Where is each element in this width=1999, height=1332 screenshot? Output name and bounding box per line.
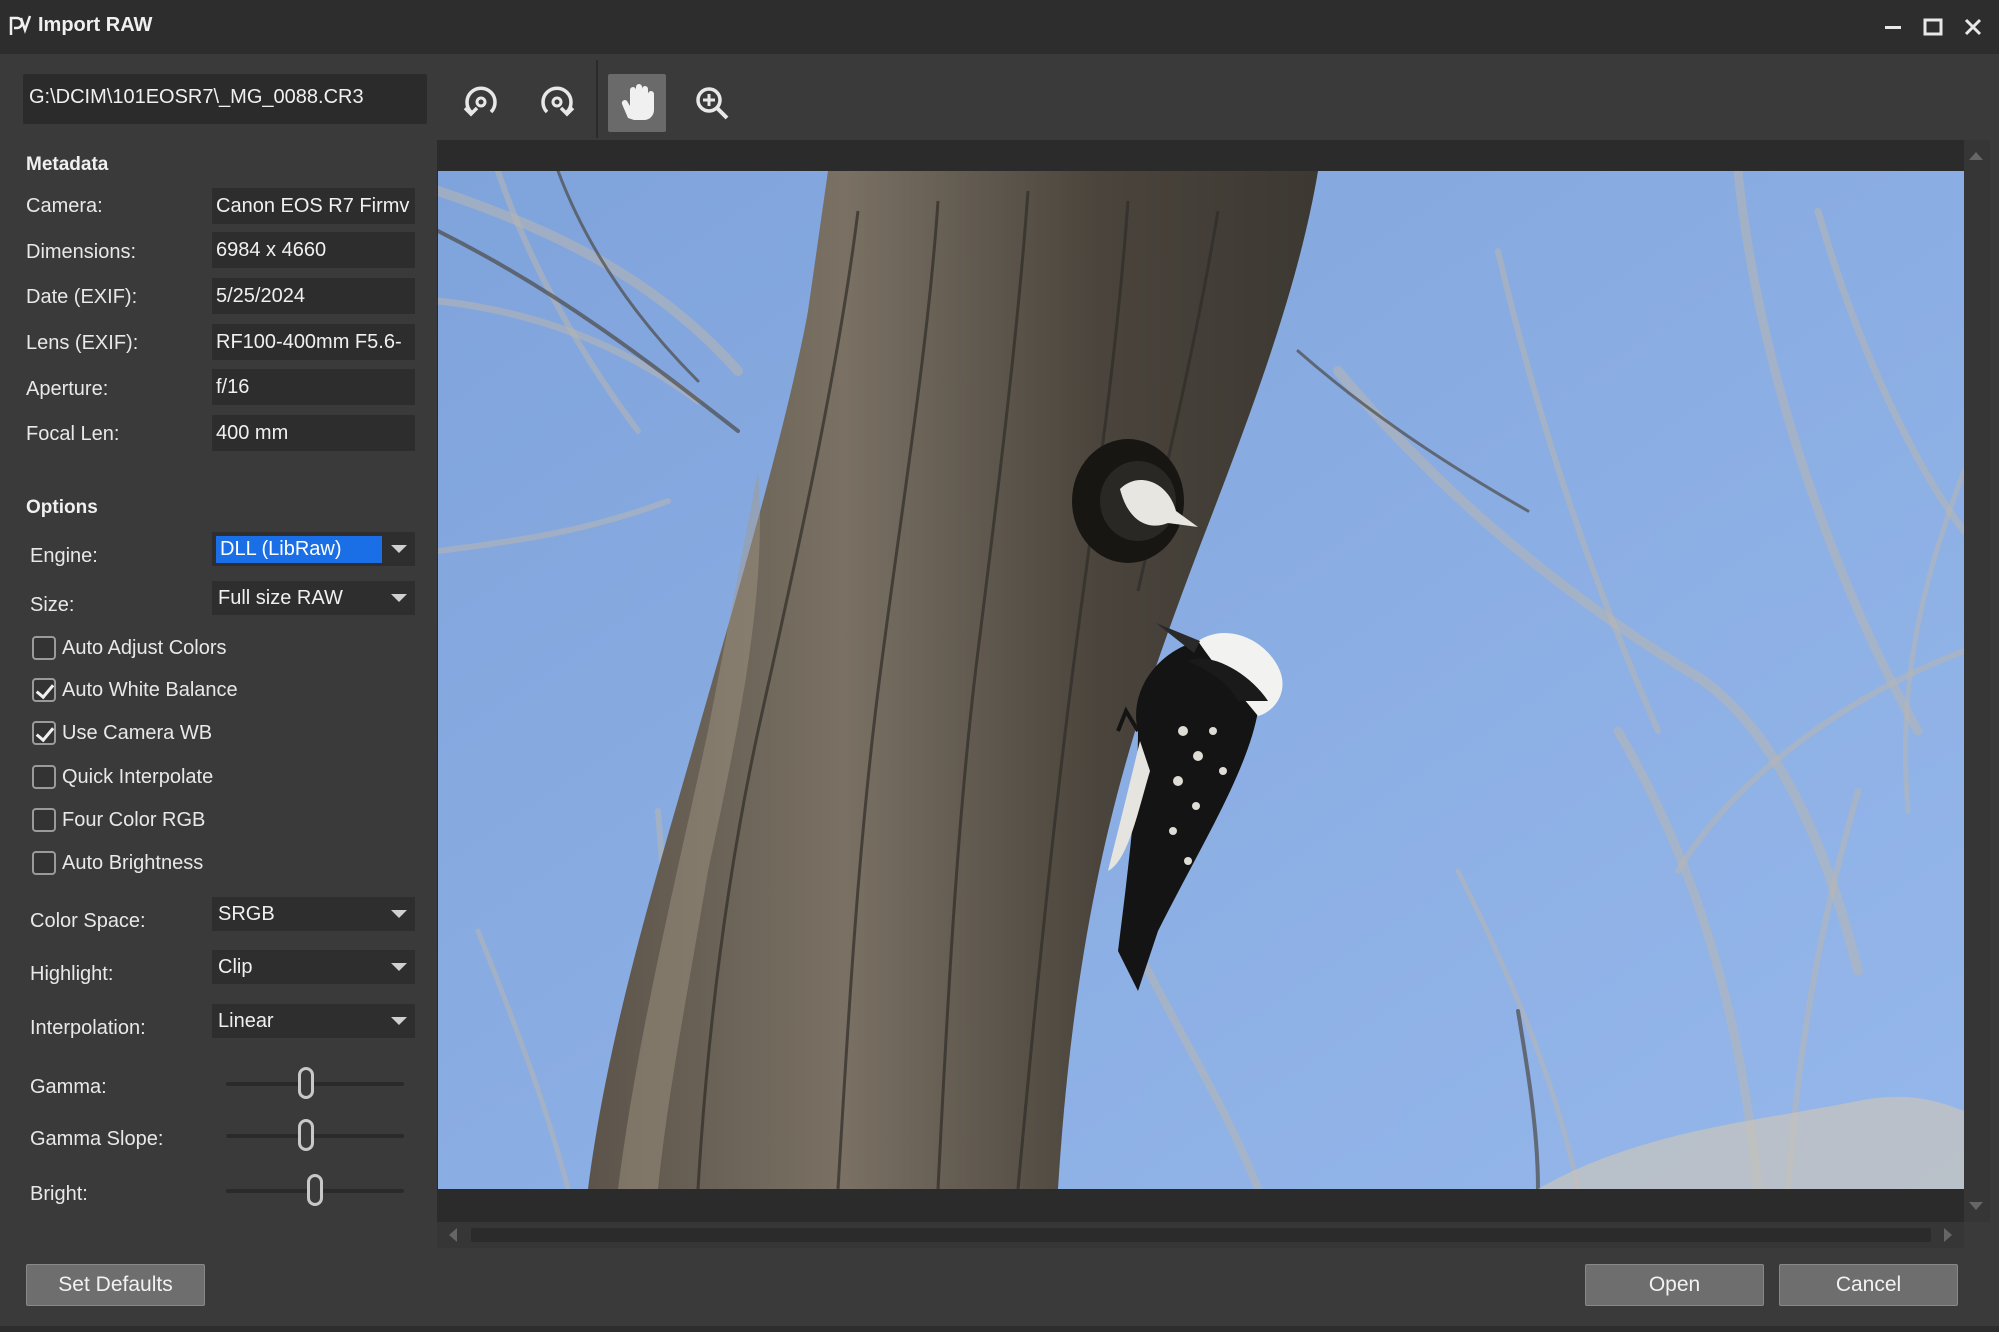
engine-select-value: DLL (LibRaw): [216, 536, 382, 563]
camera-value: Canon EOS R7 Firmv: [212, 188, 415, 224]
scrollbar-thumb[interactable]: [471, 1228, 1931, 1242]
app-logo-icon: [9, 15, 32, 35]
horizontal-scrollbar[interactable]: [437, 1222, 1964, 1248]
interpolation-label: Interpolation:: [30, 1017, 146, 1039]
color-space-label: Color Space:: [30, 910, 146, 932]
dimensions-value: 6984 x 4660: [212, 232, 415, 268]
gamma-label: Gamma:: [30, 1076, 107, 1098]
auto-adjust-colors-checkbox[interactable]: Auto Adjust Colors: [32, 634, 227, 662]
lens-value: RF100-400mm F5.6-: [212, 324, 415, 360]
aperture-label: Aperture:: [26, 378, 109, 400]
auto-brightness-checkbox[interactable]: Auto Brightness: [32, 849, 203, 877]
size-select-value: Full size RAW: [218, 587, 343, 609]
lens-label: Lens (EXIF):: [26, 332, 139, 354]
vertical-scrollbar[interactable]: [1964, 140, 1990, 1222]
size-label: Size:: [30, 594, 75, 616]
interpolation-select[interactable]: Linear: [212, 1004, 415, 1038]
maximize-icon[interactable]: [1918, 12, 1948, 42]
interpolation-select-value: Linear: [218, 1010, 274, 1032]
open-button[interactable]: Open: [1585, 1264, 1764, 1306]
bright-slider[interactable]: [226, 1172, 404, 1208]
checkbox-label: Quick Interpolate: [62, 765, 214, 788]
checkbox-box[interactable]: [32, 636, 56, 660]
checkbox-box[interactable]: [32, 851, 56, 875]
toolbar-separator: [596, 60, 598, 138]
use-camera-wb-checkbox[interactable]: Use Camera WB: [32, 719, 212, 747]
chevron-down-icon: [391, 545, 407, 553]
focal-length-label: Focal Len:: [26, 423, 120, 445]
options-heading: Options: [26, 497, 98, 518]
engine-label: Engine:: [30, 545, 98, 567]
rotate-left-button[interactable]: [452, 74, 510, 132]
gamma-slider[interactable]: [226, 1065, 404, 1101]
checkbox-box[interactable]: [32, 678, 56, 702]
metadata-heading: Metadata: [26, 154, 109, 175]
zoom-in-button[interactable]: [683, 74, 741, 132]
aperture-value: f/16: [212, 369, 415, 405]
window-title: Import RAW: [38, 14, 153, 36]
checkbox-box[interactable]: [32, 721, 56, 745]
rotate-right-icon: [541, 86, 575, 117]
color-space-select[interactable]: SRGB: [212, 897, 415, 931]
quick-interpolate-checkbox[interactable]: Quick Interpolate: [32, 763, 213, 791]
checkbox-label: Four Color RGB: [62, 808, 206, 831]
scroll-down-icon[interactable]: [1969, 1202, 1983, 1210]
highlight-label: Highlight:: [30, 963, 114, 985]
gamma-slope-label: Gamma Slope:: [30, 1128, 164, 1150]
slider-thumb[interactable]: [298, 1067, 314, 1099]
cancel-button[interactable]: Cancel: [1779, 1264, 1958, 1306]
slider-track[interactable]: [226, 1134, 404, 1138]
hand-pan-icon: [621, 84, 654, 120]
highlight-select[interactable]: Clip: [212, 950, 415, 984]
auto-white-balance-checkbox[interactable]: Auto White Balance: [32, 676, 238, 704]
settings-panel: G:\DCIM\101EOSR7\_MG_0088.CR3 Metadata C…: [0, 54, 432, 1332]
checkbox-label: Auto Adjust Colors: [62, 636, 227, 659]
slider-thumb[interactable]: [307, 1174, 323, 1206]
engine-select[interactable]: DLL (LibRaw): [212, 532, 415, 566]
focal-length-value: 400 mm: [212, 415, 415, 451]
checkbox-box[interactable]: [32, 765, 56, 789]
chevron-down-icon: [391, 910, 407, 918]
four-color-rgb-checkbox[interactable]: Four Color RGB: [32, 806, 205, 834]
rotate-left-icon: [463, 86, 497, 117]
checkbox-label: Auto White Balance: [62, 678, 238, 701]
size-select[interactable]: Full size RAW: [212, 581, 415, 615]
date-label: Date (EXIF):: [26, 286, 138, 308]
checkbox-box[interactable]: [32, 808, 56, 832]
import-raw-dialog: Import RAW G:\DCIM\101EOSR7\_MG_0088.CR3…: [0, 0, 1999, 1332]
checkbox-label: Auto Brightness: [62, 851, 204, 874]
raw-preview-image[interactable]: [438, 171, 1964, 1189]
set-defaults-button[interactable]: Set Defaults: [26, 1264, 205, 1306]
highlight-select-value: Clip: [218, 956, 253, 978]
hand-pan-button[interactable]: [608, 74, 666, 132]
color-space-select-value: SRGB: [218, 903, 275, 925]
bright-label: Bright:: [30, 1183, 88, 1205]
rotate-right-button[interactable]: [528, 74, 586, 132]
close-icon[interactable]: [1958, 12, 1988, 42]
scroll-right-icon[interactable]: [1944, 1228, 1952, 1242]
date-value: 5/25/2024: [212, 278, 415, 314]
slider-thumb[interactable]: [298, 1119, 314, 1151]
gamma-slope-slider[interactable]: [226, 1117, 404, 1153]
chevron-down-icon: [391, 963, 407, 971]
title-bar: Import RAW: [0, 0, 1999, 54]
minimize-icon[interactable]: [1878, 12, 1908, 42]
scroll-up-icon[interactable]: [1969, 152, 1983, 160]
dimensions-label: Dimensions:: [26, 241, 137, 263]
scroll-left-icon[interactable]: [449, 1228, 457, 1242]
chevron-down-icon: [391, 1017, 407, 1025]
window-bottom-border: [0, 1326, 1999, 1332]
chevron-down-icon: [391, 594, 407, 602]
zoom-in-icon: [696, 87, 729, 120]
file-path-field[interactable]: G:\DCIM\101EOSR7\_MG_0088.CR3: [23, 74, 427, 124]
woodpecker-photo: [438, 171, 1964, 1189]
checkbox-label: Use Camera WB: [62, 721, 213, 744]
slider-track[interactable]: [226, 1082, 404, 1086]
camera-label: Camera:: [26, 195, 103, 217]
